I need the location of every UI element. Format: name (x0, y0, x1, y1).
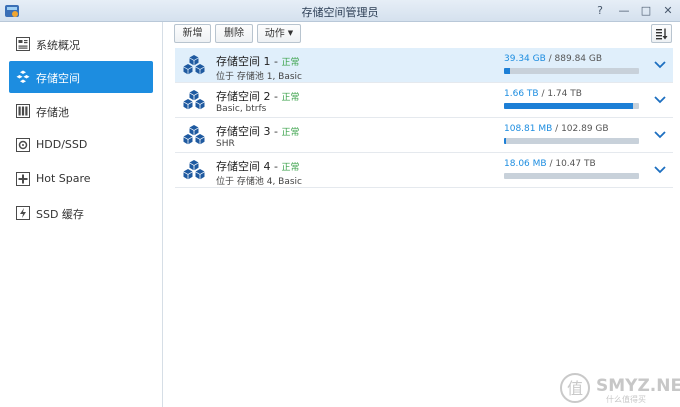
usage-bar (504, 173, 639, 179)
total-size: 889.84 GB (554, 54, 603, 64)
volume-title: 存储空间 1 (216, 55, 271, 68)
watermark-subtext: 什么值得买 (606, 395, 646, 404)
status-badge: 正常 (281, 58, 300, 68)
watermark-logo-icon: 值 (560, 373, 590, 403)
volume-title: 存储空间 2 (216, 90, 271, 103)
used-size: 1.66 TB (504, 89, 539, 99)
usage-separator: / (545, 54, 555, 64)
storage-pool-icon (16, 104, 30, 118)
volume-dash: - (270, 90, 282, 103)
usage-text: 18.06 MB / 10.47 TB (504, 159, 596, 169)
volume-description: 位于 存储池 4, Basic (216, 177, 302, 187)
usage-text: 108.81 MB / 102.89 GB (504, 124, 609, 134)
chevron-down-icon: ▼ (287, 29, 294, 37)
sort-button[interactable] (651, 24, 672, 43)
volume-icon (16, 70, 30, 83)
volume-dash: - (270, 160, 282, 173)
usage-text: 39.34 GB / 889.84 GB (504, 54, 602, 64)
delete-button[interactable]: 删除 (215, 24, 253, 43)
sidebar-item-overview[interactable]: 系统概况 (9, 28, 153, 60)
sidebar-item-storage-pool[interactable]: 存储池 (9, 95, 153, 127)
sidebar-item-label: Hot Spare (36, 172, 91, 185)
total-size: 1.74 TB (547, 89, 582, 99)
volume-dash: - (270, 55, 282, 68)
volume-cubes-icon (183, 160, 205, 180)
volume-name: 存储空间 2 - 正常 (216, 88, 299, 104)
used-size: 39.34 GB (504, 54, 546, 64)
usage-bar (504, 103, 639, 109)
sidebar-item-label: HDD/SSD (36, 138, 88, 151)
volume-title: 存储空间 3 (216, 125, 271, 138)
title-bar: 存储空间管理员 ? — □ ✕ (0, 0, 680, 22)
usage-bar-fill (504, 138, 506, 144)
volume-name: 存储空间 3 - 正常 (216, 123, 299, 139)
volume-description: Basic, btrfs (216, 104, 267, 114)
overview-icon (16, 37, 30, 51)
status-badge: 正常 (281, 163, 300, 173)
sidebar-item-volume[interactable]: 存储空间 (9, 61, 153, 93)
volume-name: 存储空间 1 - 正常 (216, 53, 299, 69)
used-size: 108.81 MB (504, 124, 553, 134)
chevron-down-icon[interactable] (653, 162, 667, 176)
hdd-icon (16, 138, 30, 152)
volume-cubes-icon (183, 125, 205, 145)
used-size: 18.06 MB (504, 159, 547, 169)
window-title: 存储空间管理员 (301, 6, 379, 19)
usage-bar (504, 138, 639, 144)
volume-dash: - (270, 125, 282, 138)
chevron-down-icon[interactable] (653, 92, 667, 106)
volume-row[interactable]: 存储空间 1 - 正常 位于 存储池 1, Basic 39.34 GB / 8… (175, 48, 673, 83)
status-badge: 正常 (281, 93, 300, 103)
volume-cubes-icon (183, 55, 205, 75)
usage-bar (504, 68, 639, 74)
volume-row[interactable]: 存储空间 4 - 正常 位于 存储池 4, Basic 18.06 MB / 1… (175, 153, 673, 188)
usage-bar-fill (504, 68, 510, 74)
volume-title: 存储空间 4 (216, 160, 271, 173)
chevron-down-icon[interactable] (653, 57, 667, 71)
volume-row[interactable]: 存储空间 2 - 正常 Basic, btrfs 1.66 TB / 1.74 … (175, 83, 673, 118)
usage-text: 1.66 TB / 1.74 TB (504, 89, 582, 99)
minimize-button[interactable]: — (616, 3, 632, 19)
volume-cubes-icon (183, 90, 205, 110)
total-size: 102.89 GB (561, 124, 609, 134)
sidebar-item-label: 系统概况 (36, 39, 80, 52)
volume-name: 存储空间 4 - 正常 (216, 158, 299, 174)
sidebar-item-hdd-ssd[interactable]: HDD/SSD (9, 129, 153, 161)
maximize-button[interactable]: □ (638, 3, 654, 19)
status-badge: 正常 (281, 128, 300, 138)
help-button[interactable]: ? (592, 3, 608, 19)
usage-separator: / (552, 124, 562, 134)
volume-description: SHR (216, 139, 235, 149)
sort-icon (656, 28, 668, 40)
sidebar: 系统概况 存储空间 存储池 HDD/SSD Hot Spare SSD 缓存 (0, 22, 163, 407)
volume-description: 位于 存储池 1, Basic (216, 72, 302, 82)
volume-row[interactable]: 存储空间 3 - 正常 SHR 108.81 MB / 102.89 GB (175, 118, 673, 153)
action-button-label: 动作 (264, 28, 285, 40)
usage-bar-fill (504, 103, 633, 109)
svg-text:值: 值 (567, 379, 583, 398)
close-button[interactable]: ✕ (660, 3, 676, 19)
sidebar-item-label: 存储池 (36, 106, 69, 119)
ssd-cache-icon (16, 206, 30, 220)
hot-spare-icon (16, 172, 30, 186)
total-size: 10.47 TB (555, 159, 596, 169)
chevron-down-icon[interactable] (653, 127, 667, 141)
sidebar-item-ssd-cache[interactable]: SSD 缓存 (9, 197, 153, 229)
action-button[interactable]: 动作 ▼ (257, 24, 301, 43)
sidebar-item-hot-spare[interactable]: Hot Spare (9, 163, 153, 195)
sidebar-item-label: SSD 缓存 (36, 208, 84, 221)
watermark-text: SMYZ.NET (596, 376, 680, 396)
new-button[interactable]: 新增 (174, 24, 211, 43)
sidebar-item-label: 存储空间 (36, 72, 80, 85)
